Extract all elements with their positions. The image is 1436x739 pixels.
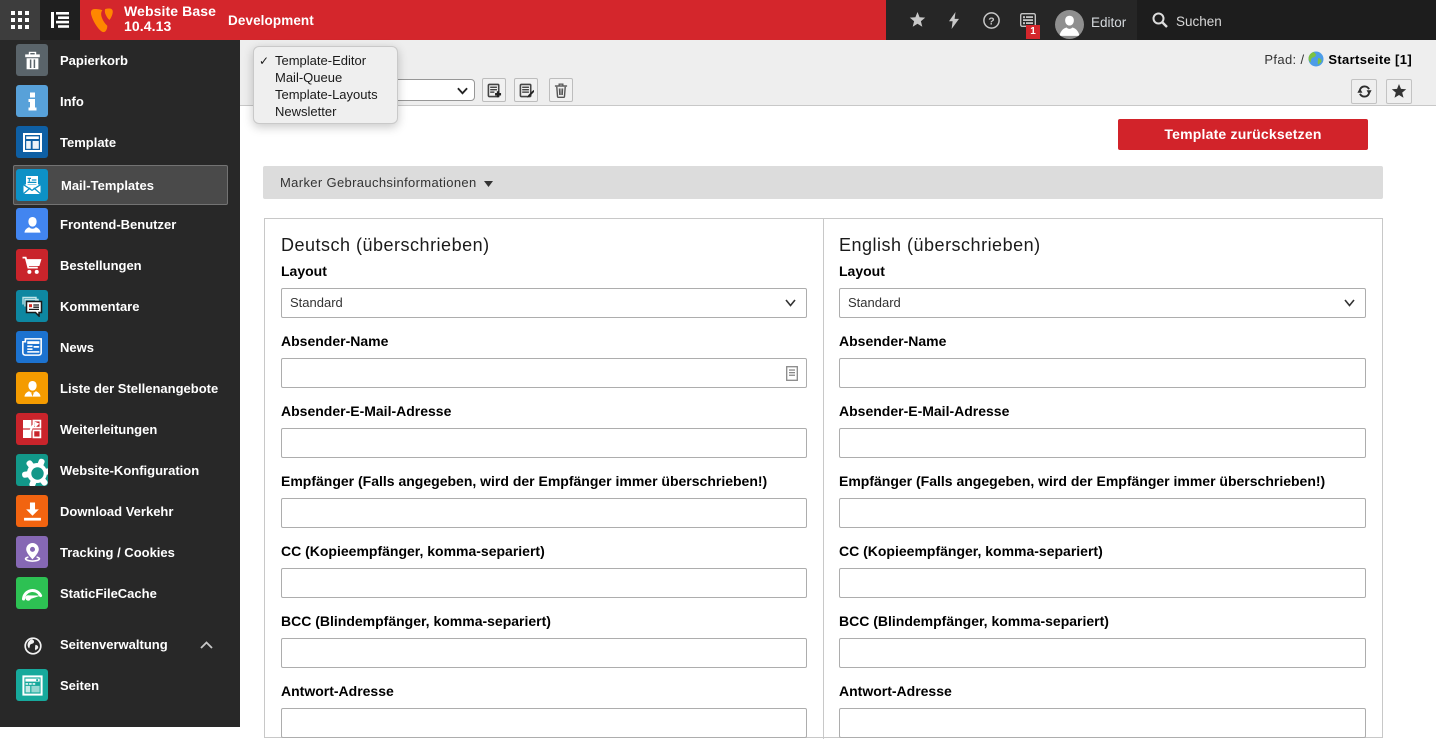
svg-text:?: ? xyxy=(988,15,994,27)
